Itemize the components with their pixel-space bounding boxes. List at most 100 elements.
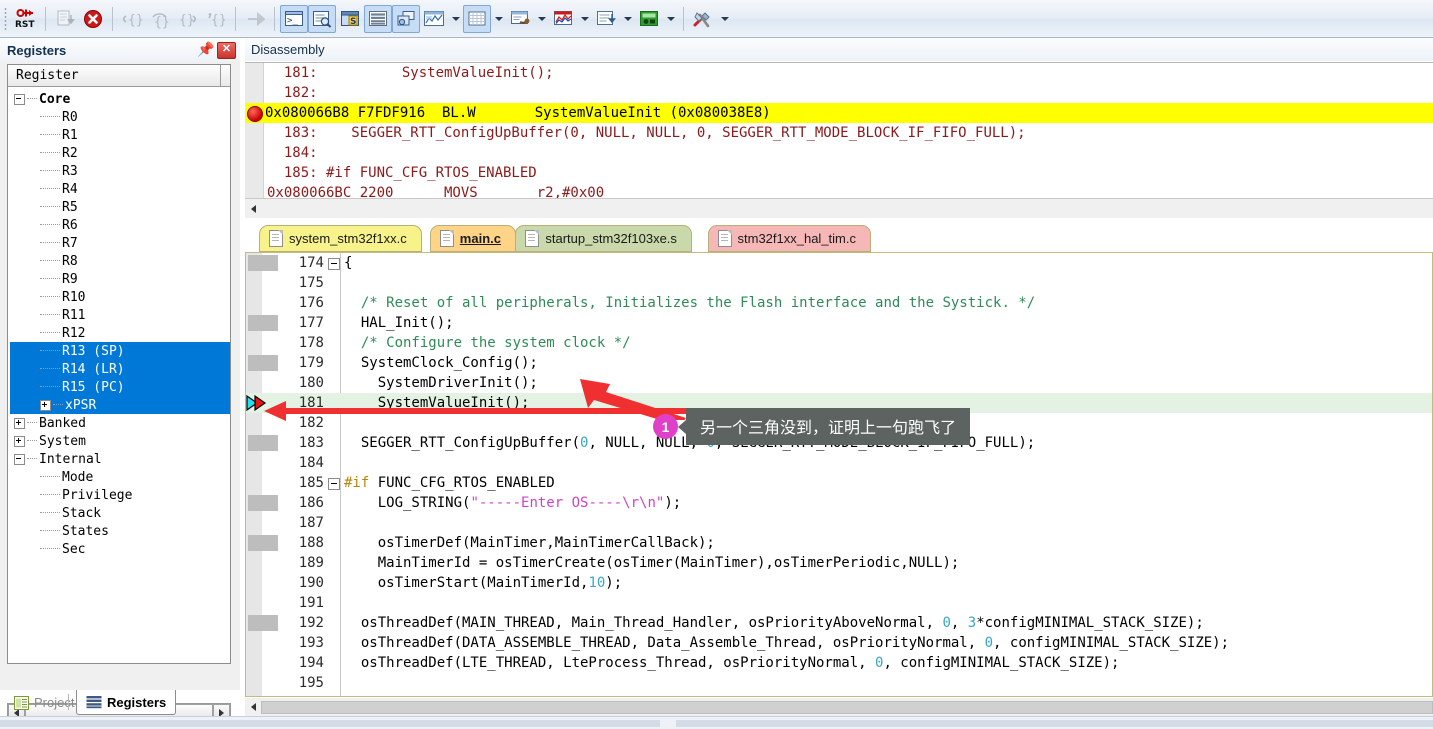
code-line[interactable]: 185 #if FUNC_CFG_RTOS_ENABLED (246, 473, 1432, 493)
register-tree-item[interactable]: R3 (10, 162, 230, 180)
code-line[interactable]: 189 MainTimerId = osTimerCreate(osTimer(… (246, 553, 1432, 573)
register-tree-item[interactable]: Stack (10, 504, 230, 522)
register-tree-item[interactable]: R6 (10, 216, 230, 234)
code-line[interactable]: 191 (246, 593, 1432, 613)
expand-icon[interactable] (14, 417, 25, 429)
trace-windows-button[interactable] (592, 5, 620, 33)
register-tree-item[interactable]: Privilege (10, 486, 230, 504)
register-tree-item[interactable]: Banked (10, 414, 230, 432)
disassembly-hscrollbar[interactable] (245, 198, 1433, 218)
code-line[interactable]: 177 HAL_Init(); (246, 313, 1432, 333)
toolbox-dropdown[interactable] (717, 5, 732, 33)
code-line[interactable]: 192 osThreadDef(MAIN_THREAD, Main_Thread… (246, 613, 1432, 633)
disassembly-line[interactable]: 0x080066BC 2200 MOVS r2,#0x00 (245, 183, 1433, 198)
stop-debug-button[interactable] (79, 5, 107, 33)
serial-windows-button[interactable] (506, 5, 534, 33)
code-line[interactable]: 176 /* Reset of all peripherals, Initial… (246, 293, 1432, 313)
register-tree-item[interactable]: System (10, 432, 230, 450)
disassembly-line[interactable]: 182: (245, 83, 1433, 103)
register-tree-item[interactable]: R15 (PC) (10, 378, 230, 396)
trace-windows-dropdown[interactable] (620, 5, 635, 33)
register-tree-item[interactable]: R14 (LR) (10, 360, 230, 378)
register-tree-item[interactable]: R7 (10, 234, 230, 252)
code-line[interactable]: 180 SystemDriverInit(); (246, 373, 1432, 393)
step-out-button[interactable]: {} (174, 5, 202, 33)
collapse-icon[interactable] (14, 93, 25, 105)
code-line[interactable]: 195 (246, 673, 1432, 693)
code-coverage-marker[interactable] (248, 255, 278, 271)
command-window-button[interactable]: >_ (280, 4, 308, 33)
register-tree-item[interactable]: Internal (10, 450, 230, 468)
disassembly-line[interactable]: 185: #if FUNC_CFG_RTOS_ENABLED (245, 163, 1433, 183)
register-tree-item[interactable]: R5 (10, 198, 230, 216)
register-tree-item[interactable]: R0 (10, 108, 230, 126)
code-area[interactable]: 174 {175 176 /* Reset of all peripherals, … (245, 252, 1433, 697)
memory-windows-dropdown[interactable] (491, 5, 506, 33)
register-tree-item[interactable]: Mode (10, 468, 230, 486)
run-to-cursor-button[interactable] (51, 5, 79, 33)
register-tree-item[interactable]: Core (10, 90, 230, 108)
register-tree-item[interactable]: States (10, 522, 230, 540)
memory-windows-button[interactable] (463, 4, 491, 33)
file-tab-startup-stm32f103xe-s[interactable]: startup_stm32f103xe.s (515, 225, 692, 252)
breakpoint-icon[interactable] (247, 106, 263, 122)
code-line[interactable]: 194 osThreadDef(LTE_THREAD, LteProcess_T… (246, 653, 1432, 673)
toolbox-button[interactable] (689, 5, 717, 33)
register-tree-item[interactable]: xPSR (10, 396, 230, 414)
registers-tree-container[interactable]: Register Core R0 R1 R2 R3 R4 R5 R6 R7 R8 R9 R10 R11 R… (7, 64, 231, 664)
call-stack-window-button[interactable] (392, 4, 420, 33)
serial-windows-dropdown[interactable] (534, 5, 549, 33)
code-line[interactable]: 179 SystemClock_Config(); (246, 353, 1432, 373)
code-line[interactable]: 193 osThreadDef(DATA_ASSEMBLE_THREAD, Da… (246, 633, 1432, 653)
register-tree-item[interactable]: R12 (10, 324, 230, 342)
code-fold-toggle[interactable] (328, 478, 340, 490)
code-lines[interactable]: 174 {175 176 /* Reset of all peripherals, … (246, 253, 1432, 693)
symbol-window-button[interactable]: S (336, 5, 364, 33)
register-tree-item[interactable]: R1 (10, 126, 230, 144)
bottom-tab-project[interactable]: Project (5, 690, 83, 715)
analysis-windows-dropdown[interactable] (577, 5, 592, 33)
code-line[interactable]: 175 (246, 273, 1432, 293)
code-coverage-marker[interactable] (248, 495, 278, 511)
code-fold-toggle[interactable] (328, 258, 340, 270)
code-line[interactable]: 187 (246, 513, 1432, 533)
register-tree-item[interactable]: R8 (10, 252, 230, 270)
code-coverage-marker[interactable] (248, 315, 278, 331)
code-coverage-marker[interactable] (248, 535, 278, 551)
pin-icon[interactable]: 📌 (197, 42, 214, 58)
disassembly-line[interactable]: 184: (245, 143, 1433, 163)
close-icon[interactable]: ✕ (217, 41, 236, 59)
expand-icon[interactable] (14, 435, 25, 447)
code-coverage-marker[interactable] (248, 435, 278, 451)
code-line[interactable]: 188 osTimerDef(MainTimer,MainTimerCallBa… (246, 533, 1432, 553)
disassembly-line[interactable]: 0x080066B8 F7FDF916 BL.W SystemValueInit… (245, 103, 1433, 123)
code-line[interactable]: 184 (246, 453, 1432, 473)
disassembly-line[interactable]: 181: SystemValueInit(); (245, 63, 1433, 83)
register-tree-item[interactable]: R2 (10, 144, 230, 162)
toolbar-grip[interactable] (2, 5, 9, 32)
register-tree-item[interactable]: R13 (SP) (10, 342, 230, 360)
code-line[interactable]: 190 osTimerStart(MainTimerId,10); (246, 573, 1432, 593)
file-tab-system-stm32f1xx-c[interactable]: system_stm32f1xx.c (259, 225, 422, 252)
analysis-windows-button[interactable] (549, 5, 577, 33)
code-hscrollbar[interactable] (245, 698, 1433, 716)
watch-windows-dropdown[interactable] (448, 5, 463, 33)
disassembly-scroll-left-button[interactable] (245, 200, 261, 217)
code-coverage-marker[interactable] (248, 355, 278, 371)
code-line[interactable]: 186 LOG_STRING("-----Enter OS----\r\n"); (246, 493, 1432, 513)
code-line[interactable]: 174 { (246, 253, 1432, 273)
system-viewer-dropdown[interactable] (663, 5, 678, 33)
code-scroll-thumb[interactable] (261, 700, 1433, 714)
disassembly-body[interactable]: 181: SystemValueInit(); 182: 0x080066B8 … (245, 62, 1433, 198)
step-out-return-button[interactable]: {} (202, 5, 230, 33)
step-over-button[interactable]: {} (146, 5, 174, 33)
file-tab-main-c[interactable]: main.c (429, 225, 516, 252)
disassembly-lines[interactable]: 181: SystemValueInit(); 182: 0x080066B8 … (245, 63, 1433, 198)
system-viewer-button[interactable] (635, 5, 663, 33)
disassembly-window-button[interactable] (308, 4, 336, 33)
expand-icon[interactable] (40, 399, 51, 411)
code-line[interactable]: 178 /* Configure the system clock */ (246, 333, 1432, 353)
register-tree-item[interactable]: R9 (10, 270, 230, 288)
code-scroll-left-button[interactable] (245, 699, 261, 715)
step-into-button[interactable]: {} (118, 5, 146, 33)
